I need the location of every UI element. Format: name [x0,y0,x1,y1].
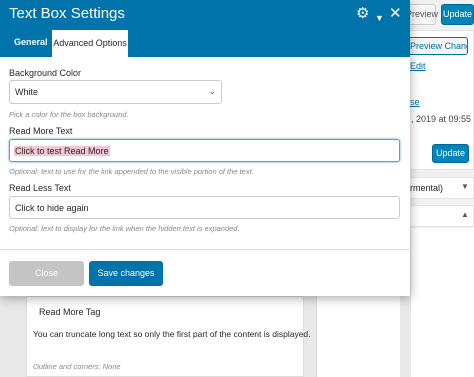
text-box-settings-modal: Text Box Settings ⚙ ▼ ✕ General Advanced… [0,0,410,296]
gear-icon[interactable]: ⚙ [356,6,369,21]
background-color-value: White [15,87,39,97]
read-less-label: Read Less Text [9,183,71,193]
edit-status-link[interactable]: Edit [410,61,426,71]
read-more-label: Read More Text [9,126,73,136]
editor-side-block [316,296,400,377]
card-note: Outline and corners: None [33,362,121,371]
publish-date: , 2019 at 09:55 [411,114,472,124]
sidebar-update-button[interactable]: Update [432,144,469,163]
chevron-down-icon[interactable]: ▼ [375,11,384,26]
caret-up-icon[interactable]: ▲ [461,210,469,219]
background-color-help: Pick a color for the box background. [9,110,129,119]
close-button[interactable]: Close [9,261,84,286]
sidebar-panel-body [410,228,474,377]
save-changes-button[interactable]: Save changes [89,261,163,286]
read-more-help: Optional: text to use for the link appen… [9,167,254,176]
chevron-down-icon: ⌄ [208,86,216,96]
modal-header: Text Box Settings ⚙ ▼ ✕ General Advanced… [0,0,410,57]
read-more-input[interactable]: Click to test Read More [9,139,400,162]
tab-general[interactable]: General [14,37,48,47]
read-less-value: Click to hide again [15,203,89,213]
footer-divider [0,249,410,250]
format-label: rmental) [410,183,444,193]
background-color-select[interactable]: White ⌄ [9,80,222,104]
background-color-label: Background Color [9,68,82,78]
modal-title: Text Box Settings [9,5,125,22]
update-button[interactable]: Update [441,4,474,25]
preview-changes-button[interactable]: Preview Changes [406,37,468,55]
read-more-value: Click to test Read More [14,146,110,156]
read-less-help: Optional: text to display for the link w… [9,224,240,233]
read-less-input[interactable]: Click to hide again [9,196,400,219]
edit-revisions-link[interactable]: se [410,97,420,107]
close-icon[interactable]: ✕ [389,6,402,21]
card-title: Read More Tag [39,307,101,317]
card-text: You can truncate long text so only the f… [33,329,311,339]
tab-advanced-options[interactable]: Advanced Options [52,30,128,57]
caret-down-icon[interactable]: ▼ [461,182,469,191]
